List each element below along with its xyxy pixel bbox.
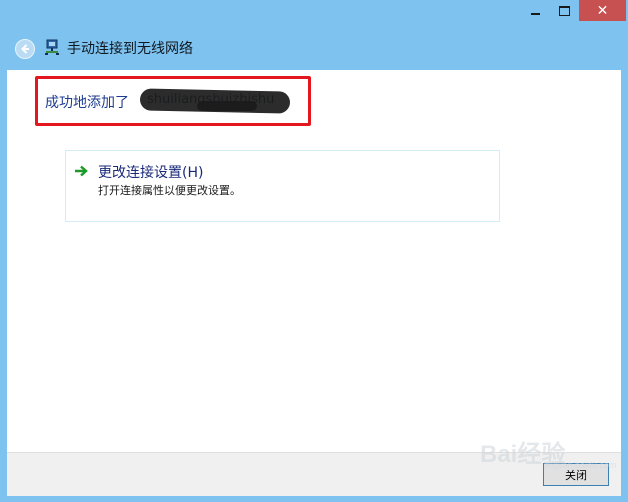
close-button[interactable]: 关闭	[543, 463, 609, 486]
window-close-button[interactable]: ✕	[579, 0, 626, 21]
title-bar: ✕	[7, 0, 626, 28]
green-arrow-icon	[75, 165, 88, 177]
success-message: 成功地添加了	[45, 95, 129, 111]
network-icon	[45, 39, 59, 55]
change-settings-description: 打开连接属性以便更改设置。	[98, 184, 241, 197]
wizard-content: 成功地添加了 shuiliangshuizhishu 更改连接设置(H) 打开连…	[7, 70, 621, 452]
change-settings-option[interactable]: 更改连接设置(H) 打开连接属性以便更改设置。	[65, 150, 500, 222]
close-icon: ✕	[596, 2, 609, 19]
maximize-icon	[558, 5, 570, 16]
maximize-button[interactable]	[550, 0, 578, 21]
change-settings-title: 更改连接设置(H)	[98, 165, 204, 181]
minimize-button[interactable]	[521, 0, 549, 21]
back-button[interactable]	[15, 39, 35, 59]
wizard-title: 手动连接到无线网络	[67, 41, 193, 57]
back-arrow-icon	[21, 44, 29, 54]
window-frame: ✕ 手动连接到无线网络 成功地添加了 shuiliangshuizhishu	[0, 0, 628, 502]
redaction-mark-2	[197, 101, 257, 111]
wizard-header: 手动连接到无线网络	[7, 28, 621, 70]
wizard-footer: 关闭	[7, 452, 621, 496]
minimize-icon	[530, 12, 540, 15]
